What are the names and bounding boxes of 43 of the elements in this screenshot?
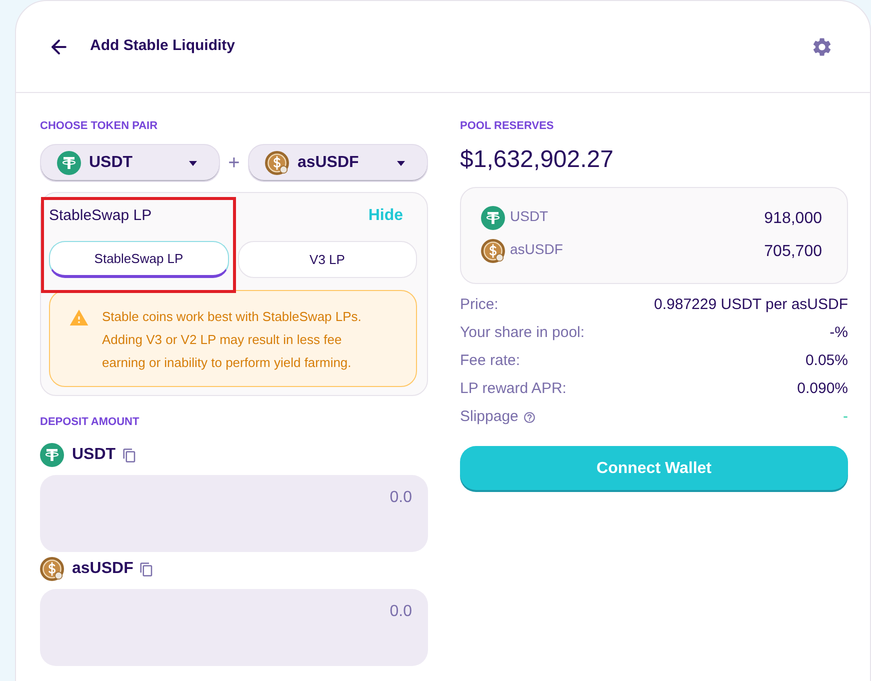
caret-icon: [397, 160, 405, 166]
help-icon[interactable]: [523, 410, 536, 424]
coin-icon: [40, 443, 64, 467]
coin-icon: [481, 206, 505, 230]
section-label: POOL RESERVES: [460, 119, 554, 133]
detail-label: Fee rate:: [460, 350, 520, 371]
detail-label: Price:: [460, 294, 498, 315]
lp-type-option[interactable]: StableSwap LP: [49, 241, 228, 278]
warning-text: Stable coins work best with StableSwap LPs. Adding V3 or V2 LP may result in less fee earning or inability to perform yield farming.: [102, 308, 362, 372]
detail-value: -: [843, 406, 848, 427]
reserve-token: USDT: [510, 206, 548, 226]
copy-icon[interactable]: [139, 562, 154, 576]
lp-type-option[interactable]: V3 LP: [238, 241, 417, 278]
page-title: Add Stable Liquidity: [90, 36, 235, 56]
section-label: CHOOSE TOKEN PAIR: [40, 119, 158, 133]
coin-icon: [57, 151, 81, 175]
detail-value: 0.05%: [805, 350, 848, 371]
plus-sign: +: [227, 153, 241, 173]
coin-icon: [481, 239, 505, 263]
token-name: USDT: [72, 445, 116, 465]
detail-value: 0.090%: [797, 378, 848, 399]
copy-icon[interactable]: [122, 448, 137, 462]
section-label: DEPOSIT AMOUNT: [40, 415, 140, 429]
amount-field[interactable]: 0.0: [40, 589, 428, 666]
caret-icon: [188, 160, 197, 166]
token-name: asUSDF: [72, 559, 134, 579]
coin-icon: [265, 151, 290, 175]
amount-field[interactable]: 0.0: [40, 475, 428, 552]
detail-label: LP reward APR:: [460, 378, 566, 399]
reserve-token: asUSDF: [510, 240, 563, 258]
detail-value: 0.987229 USDT per asUSDF: [654, 294, 848, 315]
detail-label: Your share in pool:: [460, 322, 585, 343]
lp-type-title: StableSwap LP: [49, 206, 152, 226]
reserve-amount: 918,000: [764, 209, 822, 229]
token-selector[interactable]: USDT: [40, 144, 220, 182]
settings-icon[interactable]: [811, 36, 833, 58]
detail-label: Slippage: [460, 406, 518, 427]
coin-icon: [40, 557, 64, 581]
detail-value: -%: [830, 322, 848, 343]
token-selector[interactable]: asUSDF: [248, 144, 428, 182]
reserve-amount: 705,700: [764, 242, 822, 262]
warning-icon: [69, 308, 89, 328]
pool-total: $1,632,902.27: [460, 145, 614, 175]
